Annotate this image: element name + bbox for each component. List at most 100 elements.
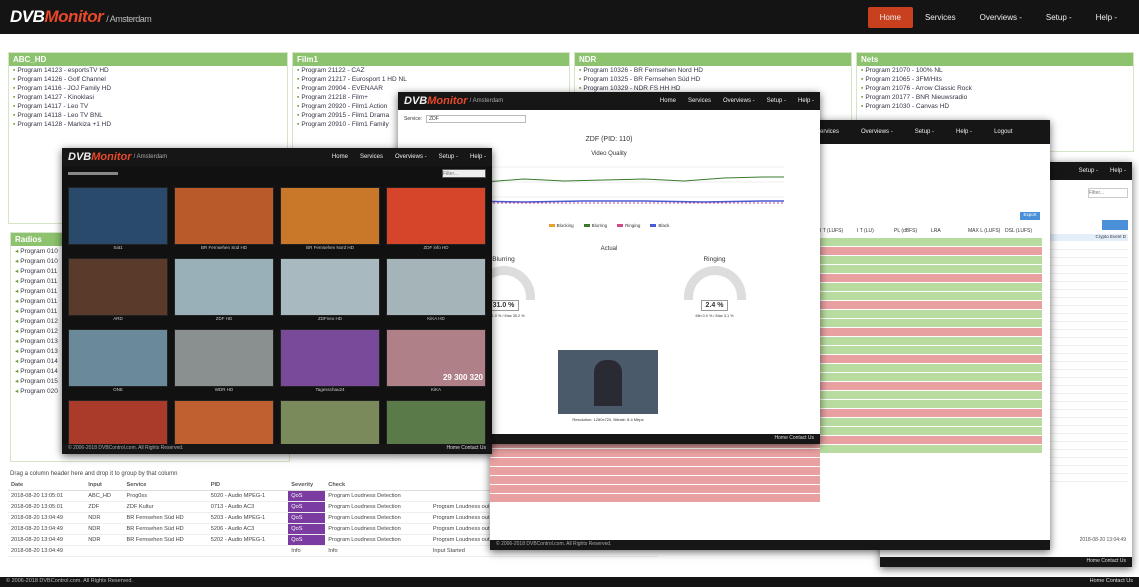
program-item[interactable]: ▪ Program 14128 - Markiza +1 HD [9, 120, 287, 129]
program-item[interactable]: ▪ Program 14118 - Leo TV BNL [9, 111, 287, 120]
channel-thumbnail[interactable]: BR Fernsehen Süd HD [174, 187, 274, 252]
mosaic-nav-link[interactable]: Home [332, 154, 348, 160]
loudness-row[interactable] [820, 346, 1042, 354]
loudness-nav-link[interactable]: Setup - [915, 129, 934, 135]
program-item[interactable]: ▪ Program 10325 - BR Fernsehen Süd HD [575, 75, 851, 84]
events-col-header[interactable]: PID [207, 480, 289, 491]
channel-thumbnail[interactable]: 29 300 320 KiKA [386, 329, 486, 394]
channel-thumbnail[interactable]: KiKA HD [386, 258, 486, 323]
loudness-row[interactable] [820, 373, 1042, 381]
window-right-filter-input[interactable] [1088, 188, 1128, 198]
nav-link-4[interactable]: Help - [1084, 7, 1129, 28]
loudness-row[interactable] [820, 310, 1042, 318]
events-col-header[interactable]: Severity [288, 480, 326, 491]
program-item[interactable]: ▪ Program 21122 - CAZ [293, 66, 569, 75]
channel-thumbnail[interactable]: Sat1 [68, 187, 168, 252]
window-right-blue-button[interactable] [1102, 220, 1128, 230]
channel-thumbnail[interactable]: ZDF info HD [386, 187, 486, 252]
footer-links[interactable]: Home Contact Us [1090, 578, 1133, 586]
program-item[interactable]: ▪ Program 14117 - Leo TV [9, 102, 287, 111]
loudness-row[interactable] [820, 364, 1042, 372]
nav-link-2[interactable]: Overviews - [968, 7, 1034, 28]
loudness-row[interactable] [820, 391, 1042, 399]
vq-nav-link[interactable]: Home [660, 98, 676, 104]
vq-nav-link[interactable]: Setup - [767, 98, 786, 104]
brand-logo[interactable]: DVBMonitor / Amsterdam [10, 7, 152, 27]
loudness-row[interactable] [820, 400, 1042, 408]
channel-thumbnail[interactable]: ARD [68, 258, 168, 323]
loudness-col-header[interactable]: MAX L (LUFS) [968, 228, 1001, 234]
nav-link-3[interactable]: Setup - [1034, 7, 1084, 28]
program-item[interactable]: ▪ Program 21217 - Eurosport 1 HD NL [293, 75, 569, 84]
window-right-footer-links[interactable]: Home Contact Us [1087, 558, 1126, 566]
loudness-row[interactable] [820, 418, 1042, 426]
loudness-col-header[interactable]: LRA [931, 228, 964, 234]
zoom-slider[interactable] [68, 172, 118, 175]
loudness-lower-row[interactable] [490, 485, 820, 493]
loudness-row[interactable] [820, 274, 1042, 282]
events-col-header[interactable]: Check [325, 480, 430, 491]
service-select[interactable]: ZDF [426, 115, 527, 123]
export-button[interactable]: Export [1020, 212, 1040, 220]
loudness-row[interactable] [820, 301, 1042, 309]
loudness-lower-row[interactable] [490, 467, 820, 475]
loudness-row[interactable] [820, 382, 1042, 390]
loudness-lower-row[interactable] [490, 449, 820, 457]
window-mosaic-footer-links[interactable]: Home Contact Us [447, 445, 486, 453]
mosaic-filter-input[interactable] [442, 169, 486, 178]
program-item[interactable]: ▪ Program 14123 - esportsTV HD [9, 66, 287, 75]
window-vq-footer-links[interactable]: Home Contact Us [775, 435, 814, 443]
loudness-row[interactable] [820, 445, 1042, 453]
events-col-header[interactable]: Service [123, 480, 208, 491]
loudness-col-header[interactable]: DSL (LUFS) [1005, 228, 1038, 234]
nav-link-0[interactable]: Home [867, 6, 913, 28]
mosaic-nav-link[interactable]: Services [360, 154, 383, 160]
program-item[interactable]: ▪ Program 21070 - 100% NL [857, 66, 1133, 75]
loudness-row[interactable] [820, 319, 1042, 327]
events-col-header[interactable]: Date [8, 480, 86, 491]
loudness-col-header[interactable]: I T (LU) [857, 228, 890, 234]
mosaic-nav-link[interactable]: Setup - [439, 154, 458, 160]
program-item[interactable]: ▪ Program 14126 - Golf Channel [9, 75, 287, 84]
right-nav-link[interactable]: Setup - [1079, 168, 1098, 174]
loudness-lower-row[interactable] [490, 494, 820, 502]
loudness-row[interactable] [820, 328, 1042, 336]
program-item[interactable]: ▪ Program 21030 - Canvas HD [857, 102, 1133, 111]
loudness-nav-link[interactable]: Overviews - [861, 129, 893, 135]
events-col-header[interactable]: Input [85, 480, 124, 491]
program-item[interactable]: ▪ Program 10326 - BR Fernsehen Nord HD [575, 66, 851, 75]
loudness-row[interactable] [820, 238, 1042, 246]
mosaic-nav-link[interactable]: Help - [470, 154, 486, 160]
channel-thumbnail[interactable]: ZDFneo HD [280, 258, 380, 323]
nav-link-1[interactable]: Services [913, 7, 968, 28]
loudness-row[interactable] [820, 247, 1042, 255]
loudness-row[interactable] [820, 436, 1042, 444]
program-item[interactable]: ▪ Program 20177 - BNR Nieuwsradio [857, 93, 1133, 102]
program-item[interactable]: ▪ Program 21065 - 3FM/Hits [857, 75, 1133, 84]
program-item[interactable]: ▪ Program 21076 - Arrow Classic Rock [857, 84, 1133, 93]
loudness-row[interactable] [820, 409, 1042, 417]
loudness-lower-row[interactable] [490, 458, 820, 466]
vq-nav-link[interactable]: Services [688, 98, 711, 104]
program-item[interactable]: ▪ Program 14116 - JOJ Family HD [9, 84, 287, 93]
loudness-row[interactable] [820, 427, 1042, 435]
vq-nav-link[interactable]: Help - [798, 98, 814, 104]
right-nav-link[interactable]: Help - [1110, 168, 1126, 174]
channel-thumbnail[interactable]: WDR HD [174, 329, 274, 394]
loudness-col-header[interactable]: I T (LUFS) [820, 228, 853, 234]
program-item[interactable]: ▪ Program 14127 - Kinoklasi [9, 93, 287, 102]
loudness-row[interactable] [820, 292, 1042, 300]
channel-thumbnail[interactable]: Tagesschau24 [280, 329, 380, 394]
channel-thumbnail[interactable]: BR Fernsehen Nord HD [280, 187, 380, 252]
loudness-lower-row[interactable] [490, 476, 820, 484]
vq-nav-link[interactable]: Overviews - [723, 98, 755, 104]
loudness-nav-link[interactable]: Logout [994, 129, 1012, 135]
loudness-row[interactable] [820, 256, 1042, 264]
loudness-row[interactable] [820, 337, 1042, 345]
channel-thumbnail[interactable]: ZDF HD [174, 258, 274, 323]
loudness-col-header[interactable]: PL (dBFS) [894, 228, 927, 234]
loudness-nav-link[interactable]: Help - [956, 129, 972, 135]
loudness-row[interactable] [820, 283, 1042, 291]
loudness-row[interactable] [820, 265, 1042, 273]
channel-thumbnail[interactable]: ONE [68, 329, 168, 394]
